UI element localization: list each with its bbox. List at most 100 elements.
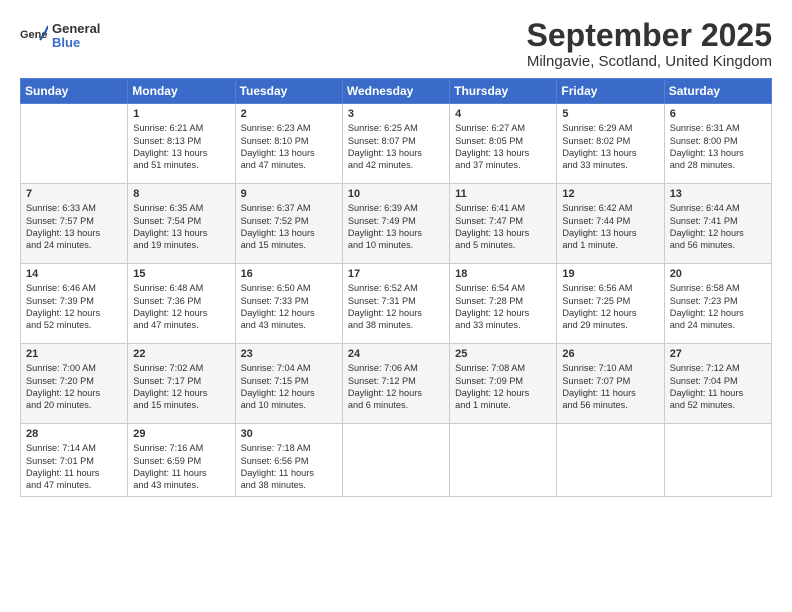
day-number: 13 <box>670 188 766 200</box>
table-cell: 15 Sunrise: 6:48 AM Sunset: 7:36 PM Dayli… <box>128 264 235 344</box>
cell-info: Sunrise: 6:31 AM Sunset: 8:00 PM Dayligh… <box>670 122 766 172</box>
day-number: 11 <box>455 188 551 200</box>
day-number: 21 <box>26 348 122 360</box>
table-cell: 9 Sunrise: 6:37 AM Sunset: 7:52 PM Daylig… <box>235 184 342 264</box>
cell-info: Sunrise: 6:46 AM Sunset: 7:39 PM Dayligh… <box>26 282 122 332</box>
cell-info: Sunrise: 7:08 AM Sunset: 7:09 PM Dayligh… <box>455 362 551 412</box>
cell-info: Sunrise: 7:12 AM Sunset: 7:04 PM Dayligh… <box>670 362 766 412</box>
day-number: 23 <box>241 348 337 360</box>
cell-info: Sunrise: 6:41 AM Sunset: 7:47 PM Dayligh… <box>455 202 551 252</box>
day-number: 26 <box>562 348 658 360</box>
table-cell: 1Sunrise: 6:21 AM Sunset: 8:13 PM Daylig… <box>128 104 235 184</box>
table-cell: 11 Sunrise: 6:41 AM Sunset: 7:47 PM Dayli… <box>450 184 557 264</box>
cell-info: Sunrise: 7:16 AM Sunset: 6:59 PM Dayligh… <box>133 442 229 492</box>
day-number: 22 <box>133 348 229 360</box>
table-cell: 23 Sunrise: 7:04 AM Sunset: 7:15 PM Dayli… <box>235 344 342 424</box>
table-cell: 29 Sunrise: 7:16 AM Sunset: 6:59 PM Dayli… <box>128 424 235 497</box>
cell-info: Sunrise: 6:48 AM Sunset: 7:36 PM Dayligh… <box>133 282 229 332</box>
col-wednesday: Wednesday <box>342 79 449 104</box>
table-cell: 17 Sunrise: 6:52 AM Sunset: 7:31 PM Dayli… <box>342 264 449 344</box>
cell-info: Sunrise: 6:29 AM Sunset: 8:02 PM Dayligh… <box>562 122 658 172</box>
cell-info: Sunrise: 6:50 AM Sunset: 7:33 PM Dayligh… <box>241 282 337 332</box>
table-cell: 5 Sunrise: 6:29 AM Sunset: 8:02 PM Daylig… <box>557 104 664 184</box>
day-number: 20 <box>670 268 766 280</box>
table-cell: 8Sunrise: 6:35 AM Sunset: 7:54 PM Daylig… <box>128 184 235 264</box>
header-row: Sunday Monday Tuesday Wednesday Thursday… <box>21 79 772 104</box>
cell-info: Sunrise: 6:37 AM Sunset: 7:52 PM Dayligh… <box>241 202 337 252</box>
table-cell: 7 Sunrise: 6:33 AM Sunset: 7:57 PM Daylig… <box>21 184 128 264</box>
day-number: 10 <box>348 188 444 200</box>
table-cell: 20 Sunrise: 6:58 AM Sunset: 7:23 PM Dayli… <box>664 264 771 344</box>
col-friday: Friday <box>557 79 664 104</box>
table-cell: 6 Sunrise: 6:31 AM Sunset: 8:00 PM Daylig… <box>664 104 771 184</box>
day-number: 29 <box>133 428 229 440</box>
table-cell: 10 Sunrise: 6:39 AM Sunset: 7:49 PM Dayli… <box>342 184 449 264</box>
logo-icon: General <box>20 22 48 50</box>
cell-info: Sunrise: 6:44 AM Sunset: 7:41 PM Dayligh… <box>670 202 766 252</box>
day-number: 16 <box>241 268 337 280</box>
table-cell: 12Sunrise: 6:42 AM Sunset: 7:44 PM Dayli… <box>557 184 664 264</box>
day-number: 24 <box>348 348 444 360</box>
day-number: 7 <box>26 188 122 200</box>
cell-info: Sunrise: 6:56 AM Sunset: 7:25 PM Dayligh… <box>562 282 658 332</box>
day-number: 4 <box>455 108 551 120</box>
day-number: 2 <box>241 108 337 120</box>
calendar-table: Sunday Monday Tuesday Wednesday Thursday… <box>20 78 772 497</box>
cell-info: Sunrise: 6:27 AM Sunset: 8:05 PM Dayligh… <box>455 122 551 172</box>
day-number: 19 <box>562 268 658 280</box>
cell-info: Sunrise: 6:33 AM Sunset: 7:57 PM Dayligh… <box>26 202 122 252</box>
header: General General Blue September 2025 Miln… <box>20 18 772 70</box>
day-number: 8 <box>133 188 229 200</box>
day-number: 27 <box>670 348 766 360</box>
cell-info: Sunrise: 7:10 AM Sunset: 7:07 PM Dayligh… <box>562 362 658 412</box>
cell-info: Sunrise: 6:39 AM Sunset: 7:49 PM Dayligh… <box>348 202 444 252</box>
table-cell <box>342 424 449 497</box>
day-number: 12 <box>562 188 658 200</box>
logo: General General Blue <box>20 22 100 51</box>
table-cell: 3Sunrise: 6:25 AM Sunset: 8:07 PM Daylig… <box>342 104 449 184</box>
day-number: 18 <box>455 268 551 280</box>
day-number: 5 <box>562 108 658 120</box>
table-cell: 26 Sunrise: 7:10 AM Sunset: 7:07 PM Dayli… <box>557 344 664 424</box>
cell-info: Sunrise: 7:14 AM Sunset: 7:01 PM Dayligh… <box>26 442 122 492</box>
col-thursday: Thursday <box>450 79 557 104</box>
col-saturday: Saturday <box>664 79 771 104</box>
table-cell: 18Sunrise: 6:54 AM Sunset: 7:28 PM Dayli… <box>450 264 557 344</box>
day-number: 17 <box>348 268 444 280</box>
table-cell: 2 Sunrise: 6:23 AM Sunset: 8:10 PM Daylig… <box>235 104 342 184</box>
page: General General Blue September 2025 Miln… <box>0 0 792 612</box>
cell-info: Sunrise: 6:52 AM Sunset: 7:31 PM Dayligh… <box>348 282 444 332</box>
table-cell: 4 Sunrise: 6:27 AM Sunset: 8:05 PM Daylig… <box>450 104 557 184</box>
table-cell <box>557 424 664 497</box>
cell-info: Sunrise: 6:58 AM Sunset: 7:23 PM Dayligh… <box>670 282 766 332</box>
table-cell: 19 Sunrise: 6:56 AM Sunset: 7:25 PM Dayli… <box>557 264 664 344</box>
table-cell: 22 Sunrise: 7:02 AM Sunset: 7:17 PM Dayli… <box>128 344 235 424</box>
table-cell: 24 Sunrise: 7:06 AM Sunset: 7:12 PM Dayli… <box>342 344 449 424</box>
table-cell <box>21 104 128 184</box>
col-tuesday: Tuesday <box>235 79 342 104</box>
day-number: 25 <box>455 348 551 360</box>
cell-info: Sunrise: 6:23 AM Sunset: 8:10 PM Dayligh… <box>241 122 337 172</box>
day-number: 14 <box>26 268 122 280</box>
cell-info: Sunrise: 7:06 AM Sunset: 7:12 PM Dayligh… <box>348 362 444 412</box>
title-area: September 2025 Milngavie, Scotland, Unit… <box>527 18 772 70</box>
table-cell: 14 Sunrise: 6:46 AM Sunset: 7:39 PM Dayli… <box>21 264 128 344</box>
day-number: 6 <box>670 108 766 120</box>
col-monday: Monday <box>128 79 235 104</box>
month-title: September 2025 <box>527 18 772 53</box>
cell-info: Sunrise: 7:04 AM Sunset: 7:15 PM Dayligh… <box>241 362 337 412</box>
day-number: 9 <box>241 188 337 200</box>
cell-info: Sunrise: 7:18 AM Sunset: 6:56 PM Dayligh… <box>241 442 337 492</box>
logo-text-blue: Blue <box>52 36 100 50</box>
table-cell: 16 Sunrise: 6:50 AM Sunset: 7:33 PM Dayli… <box>235 264 342 344</box>
cell-info: Sunrise: 7:02 AM Sunset: 7:17 PM Dayligh… <box>133 362 229 412</box>
day-number: 30 <box>241 428 337 440</box>
table-cell: 27 Sunrise: 7:12 AM Sunset: 7:04 PM Dayli… <box>664 344 771 424</box>
location: Milngavie, Scotland, United Kingdom <box>527 53 772 70</box>
day-number: 1 <box>133 108 229 120</box>
table-cell <box>450 424 557 497</box>
table-cell: 30 Sunrise: 7:18 AM Sunset: 6:56 PM Dayli… <box>235 424 342 497</box>
table-cell <box>664 424 771 497</box>
day-number: 15 <box>133 268 229 280</box>
logo-text-general: General <box>52 22 100 36</box>
